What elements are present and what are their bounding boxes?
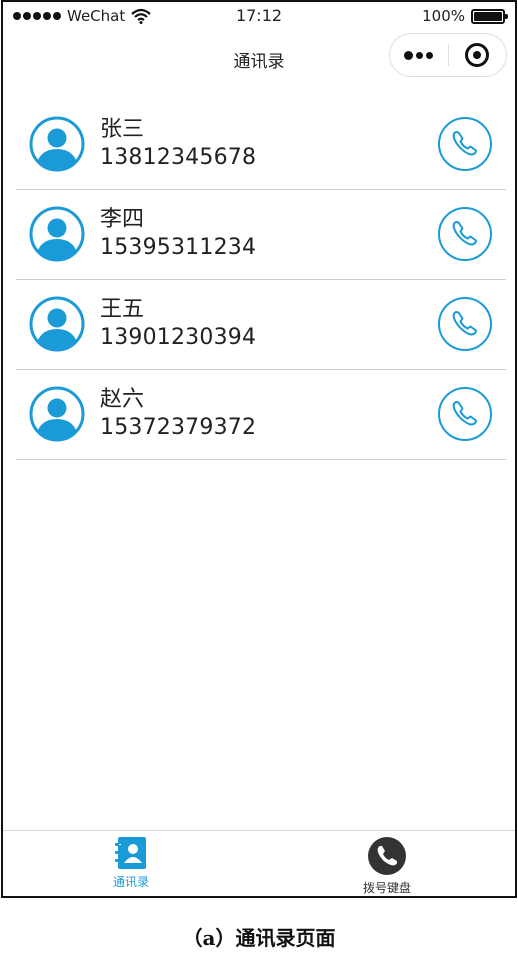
phone-frame: WeChat 17:12 100% 通讯录 张三 13812345678 李四 … [1, 0, 517, 898]
call-button[interactable] [437, 116, 493, 172]
call-button[interactable] [437, 296, 493, 352]
contact-phone: 15395311234 [100, 235, 257, 260]
contact-row[interactable]: 李四 15395311234 [16, 190, 506, 280]
contact-name: 赵六 [100, 387, 145, 412]
avatar-icon [29, 206, 85, 262]
contact-row[interactable]: 张三 13812345678 [16, 100, 506, 190]
phone-icon [437, 117, 493, 176]
contact-name: 王五 [100, 297, 145, 322]
battery-percent: 100% [422, 7, 465, 25]
menu-capsule [389, 33, 507, 77]
tab-contacts-label: 通讯录 [112, 875, 149, 889]
contact-info: 张三 13812345678 [100, 116, 256, 172]
contact-info: 王五 13901230394 [100, 296, 256, 352]
contact-phone: 13812345678 [100, 145, 257, 170]
contact-row[interactable]: 王五 13901230394 [16, 280, 506, 370]
close-miniprogram-button[interactable] [448, 34, 506, 76]
contact-phone: 15372379372 [100, 415, 257, 440]
avatar-icon [29, 386, 85, 442]
battery-icon [471, 8, 508, 24]
tab-dialpad-label: 拨号键盘 [362, 881, 411, 895]
avatar-icon [29, 296, 85, 352]
contact-list: 张三 13812345678 李四 15395311234 王五 1390123… [16, 100, 506, 460]
phone-icon [368, 837, 406, 875]
status-right: 100% [422, 7, 508, 25]
more-dot-icon [426, 51, 434, 59]
contact-info: 赵六 15372379372 [100, 386, 256, 442]
call-button[interactable] [437, 206, 493, 262]
nav-bar: 通讯录 [3, 30, 515, 88]
target-icon [465, 43, 490, 67]
avatar-icon [29, 116, 85, 172]
tab-contacts[interactable]: 通讯录 [3, 831, 259, 896]
more-options-button[interactable] [390, 34, 448, 76]
contact-row[interactable]: 赵六 15372379372 [16, 370, 506, 460]
contact-info: 李四 15395311234 [100, 206, 256, 262]
tab-bar: 通讯录 拨号键盘 [3, 830, 515, 896]
status-bar: WeChat 17:12 100% [3, 2, 515, 30]
tab-dialpad[interactable]: 拨号键盘 [259, 831, 515, 896]
figure-caption: （a）通讯录页面 [182, 926, 336, 950]
contact-name: 张三 [100, 117, 145, 142]
contacts-icon [115, 837, 146, 869]
phone-icon [437, 207, 493, 266]
more-dot-icon [404, 50, 414, 60]
phone-icon [437, 297, 493, 356]
phone-icon [437, 387, 493, 446]
call-button[interactable] [437, 386, 493, 442]
more-dot-icon [416, 51, 424, 59]
contact-name: 李四 [100, 207, 145, 232]
contact-phone: 13901230394 [100, 325, 257, 350]
